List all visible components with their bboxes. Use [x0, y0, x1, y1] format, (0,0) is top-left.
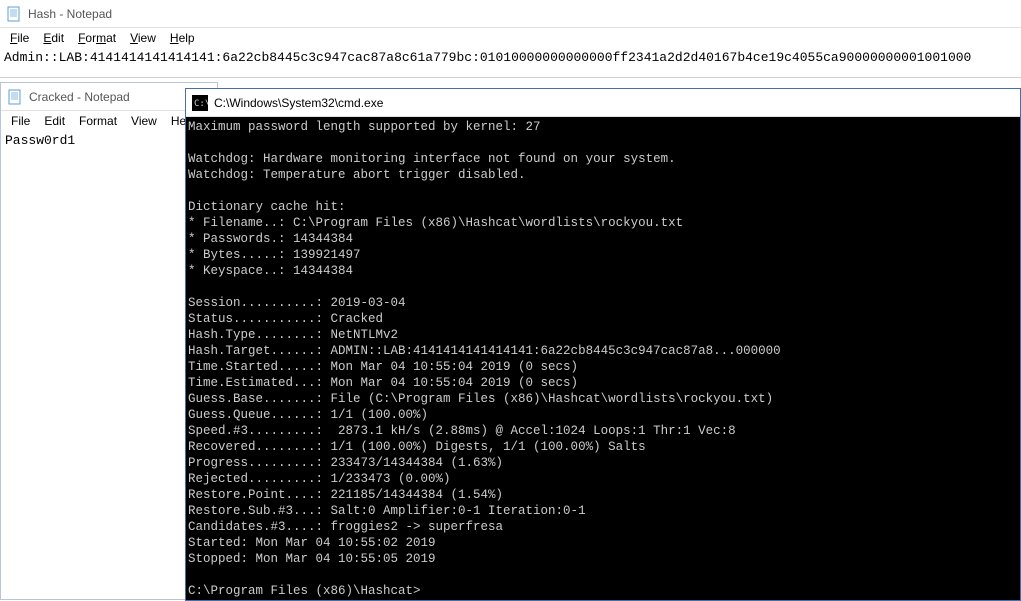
menu-file[interactable]: File	[4, 30, 35, 46]
menu-edit[interactable]: Edit	[37, 30, 70, 46]
menu-file[interactable]: File	[5, 113, 36, 129]
cmd-window: C:\ C:\Windows\System32\cmd.exe Maximum …	[185, 88, 1021, 601]
cmd-icon: C:\	[192, 95, 208, 111]
titlebar[interactable]: C:\ C:\Windows\System32\cmd.exe	[186, 89, 1020, 117]
notepad-hash-window: Hash - Notepad File Edit Format View Hel…	[0, 0, 1021, 78]
notepad-icon	[6, 6, 22, 22]
menu-view[interactable]: View	[124, 30, 162, 46]
window-title: Hash - Notepad	[28, 7, 112, 21]
notepad-icon	[7, 89, 23, 105]
menubar: File Edit Format View Help	[0, 28, 1021, 48]
menu-format[interactable]: Format	[73, 113, 123, 129]
window-title: C:\Windows\System32\cmd.exe	[214, 96, 383, 110]
menu-format[interactable]: Format	[72, 30, 122, 46]
menu-edit[interactable]: Edit	[38, 113, 71, 129]
terminal-output[interactable]: Maximum password length supported by ker…	[186, 117, 1020, 600]
menu-help[interactable]: Help	[164, 30, 201, 46]
svg-text:C:\: C:\	[194, 99, 208, 109]
menu-view[interactable]: View	[125, 113, 163, 129]
window-title: Cracked - Notepad	[29, 90, 130, 104]
notepad-content[interactable]: Admin::LAB:4141414141414141:6a22cb8445c3…	[0, 48, 1021, 69]
titlebar[interactable]: Hash - Notepad	[0, 0, 1021, 28]
